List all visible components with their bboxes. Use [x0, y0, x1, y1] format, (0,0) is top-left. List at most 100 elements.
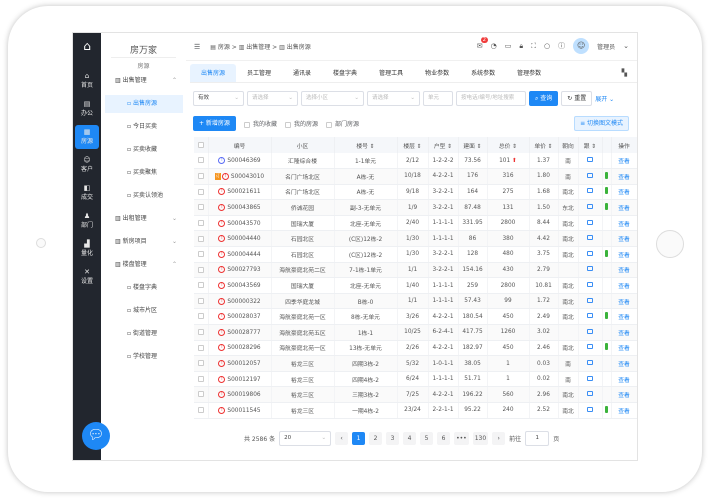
sidebar-item[interactable]: ▫ 街道管理 — [105, 325, 183, 343]
table-row[interactable]: ! S00000322 四季华庭龙城 B栋-0 1/1 1-1-1-1 57.43 99 1.7… — [194, 293, 637, 310]
next-page-button[interactable]: › — [492, 432, 506, 445]
chat-bubble-button[interactable]: 💬︎ — [82, 422, 110, 450]
lock-icon[interactable]: 🔒︎ — [519, 42, 523, 51]
my-favorites-checkbox[interactable]: 我的收藏 — [243, 119, 277, 128]
table-row[interactable]: ! S00012057 裕龙三区 四期3栋-2 5/32 1-0-1-1 38.05 1 0.0… — [194, 355, 637, 372]
nav-item-5[interactable]: ♟ 部门 — [75, 209, 99, 233]
page-button[interactable]: 6 — [437, 432, 451, 445]
page-button[interactable]: 3 — [386, 432, 400, 445]
sidebar-item[interactable]: ▥ 出售管理 ⌃ — [105, 72, 183, 90]
prev-page-button[interactable]: ‹ — [335, 432, 349, 445]
message-icon[interactable]: ✉ 2 — [477, 37, 488, 50]
follow-icon[interactable] — [587, 188, 593, 194]
table-row[interactable]: ! S00011545 裕龙三区 一期4栋-2 23/24 2-2-1-1 95.22 240… — [194, 402, 637, 419]
tab-3[interactable]: 楼盘字典 — [322, 64, 368, 82]
follow-icon[interactable] — [587, 157, 593, 163]
follow-icon[interactable] — [587, 235, 593, 241]
view-link[interactable]: 查看 — [618, 378, 630, 384]
table-row[interactable]: ! S00043865 侨诚花园 副-3-无单元 1/9 3-2-2-1 87.48 131 1… — [194, 199, 637, 216]
follow-cell[interactable] — [578, 215, 603, 232]
follow-icon[interactable] — [587, 219, 593, 225]
bell-icon[interactable]: ◔ — [491, 42, 497, 50]
table-row[interactable]: ! S00004440 石园北区 (C区)12栋-2 1/30 1-1-1-1 86 380 4… — [194, 230, 637, 248]
community-select[interactable]: 选择小区 ⌄ — [301, 91, 364, 106]
follow-icon[interactable] — [587, 406, 593, 412]
row-checkbox[interactable] — [194, 324, 209, 341]
view-link[interactable]: 查看 — [618, 284, 630, 290]
nav-item-0[interactable]: ⌂ 首页 — [75, 69, 99, 93]
follow-icon[interactable] — [587, 282, 593, 288]
collapse-menu-icon[interactable]: ☰ — [194, 43, 200, 51]
follow-icon[interactable] — [587, 360, 593, 366]
follow-cell[interactable] — [578, 340, 603, 357]
follow-icon[interactable] — [587, 172, 593, 178]
page-button[interactable]: 1 — [352, 432, 366, 445]
page-button[interactable]: 2 — [369, 432, 383, 445]
search-input[interactable]: 按电话/编号/地址搜索 — [456, 91, 526, 106]
table-row[interactable]: ! S00028296 海航豪庭北苑一区 13栋-无单元 2/26 4-2-2-1 182.… — [194, 340, 637, 357]
sidebar-item[interactable]: ▫ 城市片区 — [105, 302, 183, 320]
view-link[interactable]: 查看 — [618, 300, 630, 306]
sidebar-item[interactable]: ▥ 楼盘管理 ⌃ — [105, 256, 183, 274]
view-link[interactable]: 查看 — [618, 393, 630, 399]
chevron-down-icon[interactable]: ⌄ — [623, 42, 629, 50]
sidebar-item[interactable]: ▫ 买卖收藏 — [105, 141, 183, 159]
table-row[interactable]: ! S00028777 海航豪庭北苑五区 1栋-1 10/25 6-2-4-1 417.75… — [194, 324, 637, 341]
table-row[interactable]: ! S00004444 石园北区 (C区)12栋-2 1/30 3-2-2-1 128 480… — [194, 246, 637, 263]
view-link[interactable]: 查看 — [618, 268, 630, 274]
tablet-home-button[interactable] — [656, 230, 684, 258]
view-link[interactable]: 查看 — [618, 331, 630, 337]
row-checkbox[interactable] — [194, 230, 209, 248]
grid-menu-icon[interactable]: ▚ — [622, 69, 627, 77]
sidebar-item[interactable]: ▫ 买卖聚焦 — [105, 164, 183, 182]
follow-cell[interactable] — [578, 262, 603, 279]
row-checkbox[interactable] — [194, 199, 209, 216]
row-checkbox[interactable] — [194, 153, 209, 170]
query-button[interactable]: ⌕ 查询 — [529, 91, 559, 106]
sidebar-item[interactable]: ▫ 楼盘字典 — [105, 279, 183, 297]
nav-item-4[interactable]: ◧ 成交 — [75, 181, 99, 205]
tab-4[interactable]: 管理工具 — [368, 64, 414, 82]
tab-6[interactable]: 系统参数 — [460, 64, 506, 82]
follow-icon[interactable] — [587, 344, 593, 350]
help-icon[interactable]: ⓘ — [558, 41, 565, 51]
my-listings-checkbox[interactable]: 我的房源 — [284, 119, 318, 128]
row-checkbox[interactable] — [194, 246, 209, 263]
select-all-checkbox[interactable] — [194, 137, 209, 153]
row-checkbox[interactable] — [194, 386, 209, 403]
follow-cell[interactable] — [578, 230, 603, 248]
follow-icon[interactable] — [587, 297, 593, 303]
follow-cell[interactable] — [578, 168, 603, 185]
follow-cell[interactable] — [578, 153, 603, 170]
row-checkbox[interactable] — [194, 402, 209, 419]
table-row[interactable]: 订! S00043010 名门广场北区 A栋-无 10/18 4-2-2-1 176 316 1… — [194, 168, 637, 185]
view-link[interactable]: 查看 — [618, 253, 630, 259]
unit-input[interactable]: 单元 — [423, 91, 453, 106]
table-row[interactable]: ! S00043570 国瑞大厦 北座-无单元 2/40 1-1-1-1 331.95 280… — [194, 215, 637, 232]
follow-icon[interactable] — [587, 391, 593, 397]
sidebar-item[interactable]: ▫ 学校管理 — [105, 348, 183, 366]
fullscreen-icon[interactable]: ⛶ — [531, 42, 536, 51]
nav-item-3[interactable]: ☺ 客户 — [75, 153, 99, 177]
row-checkbox[interactable] — [194, 308, 209, 326]
view-link[interactable]: 查看 — [618, 222, 630, 228]
page-button[interactable]: 130 — [472, 432, 489, 445]
view-link[interactable]: 查看 — [618, 175, 630, 181]
follow-icon[interactable] — [587, 204, 593, 210]
follow-cell[interactable] — [578, 184, 603, 201]
view-link[interactable]: 查看 — [618, 159, 630, 165]
sidebar-item[interactable]: ▫ 买卖认领池 — [105, 187, 183, 205]
status-select[interactable]: 有效 ⌄ — [193, 91, 244, 106]
view-link[interactable]: 查看 — [618, 315, 630, 321]
view-link[interactable]: 查看 — [618, 190, 630, 196]
view-link[interactable]: 查看 — [618, 346, 630, 352]
view-link[interactable]: 查看 — [618, 237, 630, 243]
reset-button[interactable]: ↻ 重置 — [561, 91, 593, 106]
nav-item-6[interactable]: ▟ 量化 — [75, 237, 99, 261]
table-row[interactable]: ! S00021611 名门广场北区 A栋-无 9/18 3-2-2-1 164 275 1.6… — [194, 184, 637, 201]
follow-icon[interactable] — [587, 328, 593, 334]
follow-cell[interactable] — [578, 308, 603, 326]
follow-cell[interactable] — [578, 386, 603, 403]
sidebar-item[interactable]: ▥ 新房项目 ⌄ — [105, 233, 183, 251]
row-checkbox[interactable] — [194, 293, 209, 310]
